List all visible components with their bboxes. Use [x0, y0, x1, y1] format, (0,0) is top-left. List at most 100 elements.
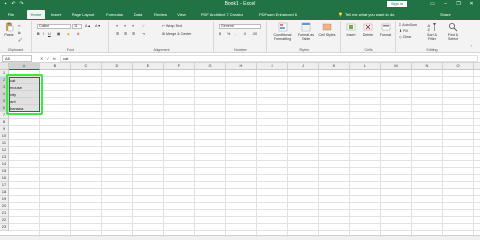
font-grow-icon[interactable]: A▲ — [85, 24, 91, 29]
clear-button[interactable]: ◇ Clear — [399, 35, 411, 40]
column-header-c[interactable]: C — [71, 63, 102, 70]
column-header-g[interactable]: G — [195, 63, 226, 70]
column-header-a[interactable]: A — [9, 63, 40, 70]
underline-button[interactable]: U — [48, 32, 51, 37]
column-header-l[interactable]: L — [350, 63, 381, 70]
row-header-15[interactable]: 15 — [0, 168, 9, 175]
function-icon[interactable]: fx — [53, 55, 56, 62]
format-painter-icon[interactable]: 🖌 — [18, 38, 23, 43]
orientation-icon[interactable]: ⟋ — [142, 24, 145, 29]
collapse-ribbon-icon[interactable]: ⌃ — [470, 45, 473, 50]
wrap-text-button[interactable]: ↵ Wrap Text — [162, 24, 182, 29]
delete-cells-button[interactable]: Delete — [360, 22, 376, 37]
tab-pdf-architect-7-creator[interactable]: PDF Architect 7 Creator — [199, 10, 245, 19]
align-bottom-icon[interactable]: ≡ — [132, 24, 134, 29]
align-top-icon[interactable]: ≡ — [116, 24, 118, 29]
column-header-p[interactable]: P — [474, 63, 480, 70]
find-icon — [449, 23, 458, 32]
autosum-button[interactable]: Σ AutoSum — [399, 23, 417, 28]
row-header-20[interactable]: 20 — [0, 203, 9, 210]
font-color-icon[interactable]: A — [77, 32, 79, 37]
percent-button[interactable]: % — [227, 32, 230, 37]
cell-area[interactable] — [9, 70, 480, 235]
tab-file[interactable]: File — [4, 10, 18, 19]
column-header-m[interactable]: M — [381, 63, 412, 70]
tab-page-layout[interactable]: Page Layout — [70, 10, 96, 19]
italic-button[interactable]: I — [43, 32, 44, 37]
format-cells-button[interactable]: Format — [377, 22, 394, 37]
enter-icon[interactable]: ✓ — [46, 55, 49, 62]
share-button[interactable]: Share — [440, 10, 451, 19]
tab-home[interactable]: Home — [27, 10, 45, 19]
align-center-icon[interactable]: ☰ — [124, 32, 127, 37]
bold-button[interactable]: B — [37, 32, 40, 37]
find-select-button[interactable]: Find & Select — [443, 22, 463, 41]
align-right-icon[interactable]: ☰ — [132, 32, 135, 37]
ribbon-display-icon[interactable]: ▭ — [426, 0, 439, 9]
row-header-23[interactable]: 23 — [0, 224, 9, 231]
row-header-19[interactable]: 19 — [0, 196, 9, 203]
cancel-icon[interactable]: ✕ — [40, 55, 43, 62]
font-size-select[interactable]: 11 — [72, 24, 82, 29]
select-all-button[interactable] — [0, 63, 9, 70]
column-header-i[interactable]: I — [257, 63, 288, 70]
row-header-18[interactable]: 18 — [0, 189, 9, 196]
tab-review[interactable]: Review — [152, 10, 169, 19]
row-header-12[interactable]: 12 — [0, 147, 9, 154]
row-header-22[interactable]: 22 — [0, 217, 9, 224]
column-header-d[interactable]: D — [102, 63, 133, 70]
column-header-h[interactable]: H — [226, 63, 257, 70]
currency-button[interactable]: $ — [219, 32, 221, 37]
copy-icon[interactable]: ⧉ — [18, 31, 21, 36]
format-as-table-button[interactable]: Format as Table — [296, 22, 316, 41]
decrease-decimal-icon[interactable]: .00 — [252, 32, 257, 37]
row-header-10[interactable]: 10 — [0, 133, 9, 140]
column-header-b[interactable]: B — [40, 63, 71, 70]
align-left-icon[interactable]: ☰ — [116, 32, 119, 37]
fill-color-icon[interactable]: ◈ — [67, 32, 70, 37]
tell-me-search[interactable]: 💡 Tell me what you want to do — [338, 10, 394, 19]
indent-icon[interactable]: ⇥ — [142, 32, 145, 37]
styles-label: Styles — [299, 48, 309, 52]
column-header-e[interactable]: E — [133, 63, 164, 70]
merge-center-button[interactable]: ⊞ Merge & Center — [162, 32, 191, 37]
restore-icon[interactable]: ❐ — [452, 0, 465, 9]
formula-input[interactable]: cat — [60, 55, 478, 62]
font-shrink-icon[interactable]: A▼ — [95, 24, 101, 29]
column-header-o[interactable]: O — [443, 63, 474, 70]
row-header-16[interactable]: 16 — [0, 175, 9, 182]
name-box[interactable]: A5 — [2, 55, 32, 62]
cut-icon[interactable]: ✂ — [18, 24, 21, 29]
cell-styles-button[interactable]: Cell Styles — [317, 22, 337, 37]
close-icon[interactable]: ✕ — [465, 0, 478, 9]
row-header-9[interactable]: 9 — [0, 126, 9, 133]
borders-icon[interactable]: ▦ — [57, 32, 60, 37]
column-header-j[interactable]: J — [288, 63, 319, 70]
tab-data[interactable]: Data — [131, 10, 145, 19]
number-format-select[interactable]: General — [219, 24, 261, 29]
tab-pdfsam-enhanced-6-creator[interactable]: PDFsam Enhanced 6 Creator — [252, 10, 304, 26]
tab-insert[interactable]: Insert — [48, 10, 64, 19]
minimize-icon[interactable]: – — [439, 0, 452, 9]
column-header-n[interactable]: N — [412, 63, 443, 70]
sort-filter-button[interactable]: AZ Sort & Filter — [423, 22, 441, 41]
comma-icon[interactable]: , — [235, 32, 236, 37]
fill-button[interactable]: ⬇ Fill — [399, 29, 408, 34]
column-header-k[interactable]: K — [319, 63, 350, 70]
insert-cells-button[interactable]: Insert — [343, 22, 359, 37]
row-header-11[interactable]: 11 — [0, 140, 9, 147]
tab-view[interactable]: View — [175, 10, 188, 19]
font-name-select[interactable]: Calibri — [37, 24, 71, 29]
align-middle-icon[interactable]: ≡ — [124, 24, 126, 29]
increase-decimal-icon[interactable]: .0 — [243, 32, 246, 37]
tab-formulas[interactable]: Formulas — [104, 10, 125, 19]
paste-button[interactable]: Paste — [2, 22, 16, 37]
row-header-13[interactable]: 13 — [0, 154, 9, 161]
sign-in-button[interactable]: Sign in — [387, 1, 407, 7]
row-header-14[interactable]: 14 — [0, 161, 9, 168]
conditional-formatting-button[interactable]: Conditional Formatting — [270, 22, 295, 41]
row-header-8[interactable]: 8 — [0, 119, 9, 126]
row-header-21[interactable]: 21 — [0, 210, 9, 217]
row-header-17[interactable]: 17 — [0, 182, 9, 189]
column-header-f[interactable]: F — [164, 63, 195, 70]
